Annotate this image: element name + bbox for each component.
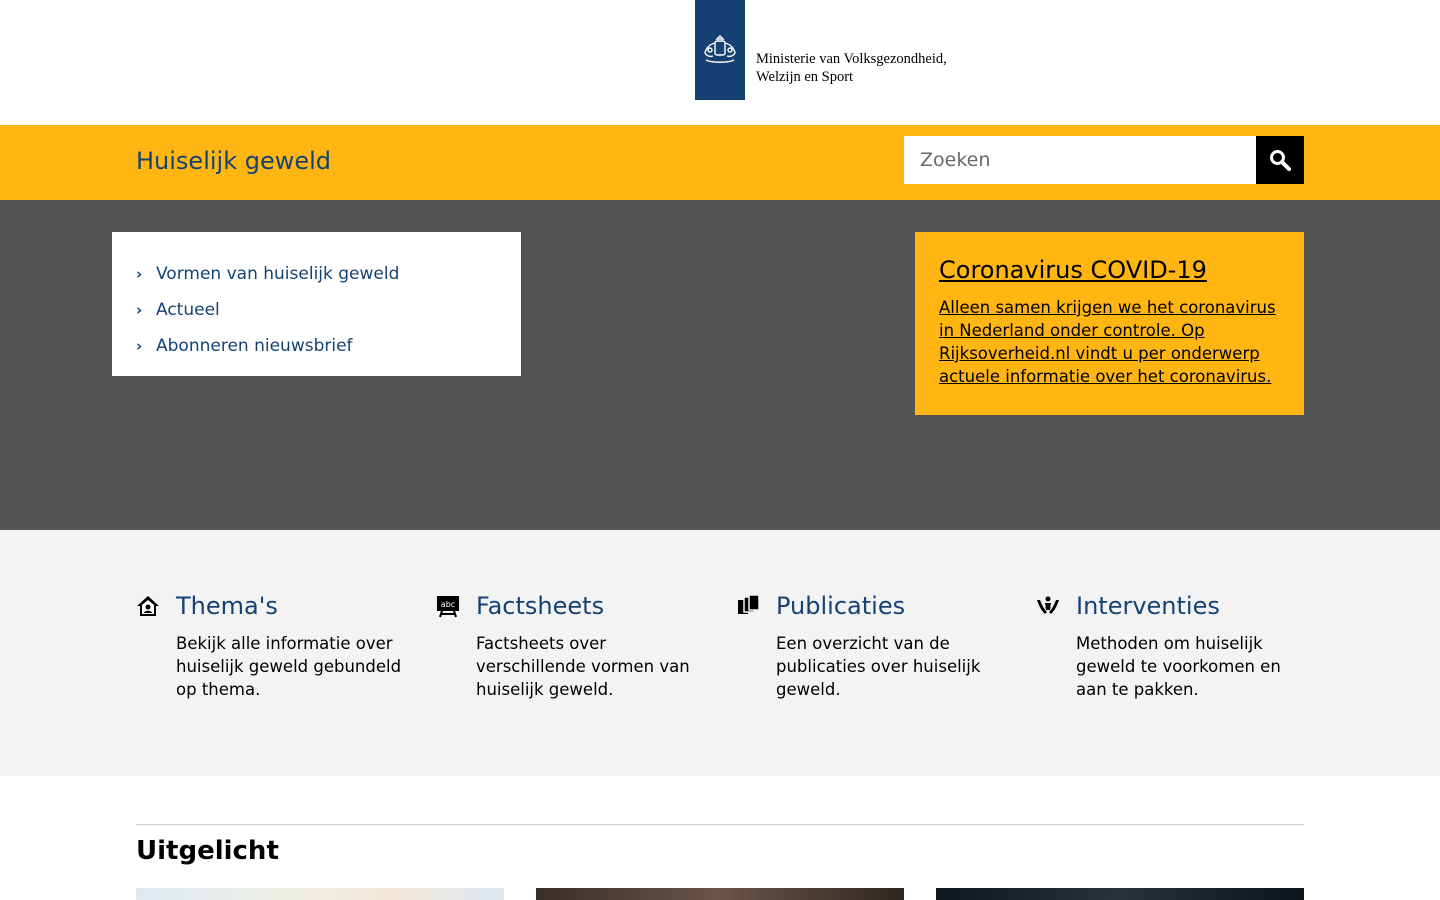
house-icon <box>137 596 159 616</box>
search-icon <box>1270 150 1291 171</box>
section-divider <box>136 824 1304 825</box>
search-button[interactable] <box>1256 136 1304 184</box>
nav-item-label: Vormen van huiselijk geweld <box>156 264 400 284</box>
nav-item-label: Actueel <box>156 300 220 320</box>
corona-text-link[interactable]: Alleen samen krijgen we het coronavirus … <box>939 296 1280 388</box>
tile-title[interactable]: Thema's <box>176 592 278 620</box>
chevron-right-icon: › <box>136 265 143 283</box>
featured-heading: Uitgelicht <box>136 836 279 866</box>
featured-card-image[interactable] <box>936 888 1304 900</box>
ministry-name-line2: Welzijn en Sport <box>756 68 854 85</box>
coat-of-arms-icon <box>695 0 745 100</box>
nav-item-label: Abonneren nieuwsbrief <box>156 336 353 356</box>
chevron-right-icon: › <box>136 301 143 319</box>
hands-icon <box>1037 596 1059 614</box>
tile-title[interactable]: Publicaties <box>776 592 905 620</box>
documents-icon <box>738 594 760 614</box>
nav-item-vormen[interactable]: › Vormen van huiselijk geweld <box>112 256 521 292</box>
site-header: Ministerie van Volksgezondheid, Welzijn … <box>0 0 1440 125</box>
tile-description: Factsheets over verschillende vormen van… <box>476 634 690 699</box>
quick-nav: › Vormen van huiselijk geweld › Actueel … <box>112 232 521 376</box>
ministry-name-line1: Ministerie van Volksgezondheid, <box>756 51 947 67</box>
hero-section: › Vormen van huiselijk geweld › Actueel … <box>0 200 1440 530</box>
featured-card-image-map[interactable] <box>136 888 504 900</box>
tile-title[interactable]: Interventies <box>1076 592 1220 620</box>
ministry-name: Ministerie van Volksgezondheid, Welzijn … <box>756 51 947 86</box>
corona-notice: Coronavirus COVID-19 Alleen samen krijge… <box>915 232 1304 415</box>
featured-card-image[interactable] <box>536 888 904 900</box>
nav-item-actueel[interactable]: › Actueel <box>112 292 521 328</box>
tile-description: Bekijk alle informatie over huiselijk ge… <box>176 634 402 699</box>
topic-tiles: Thema's Bekijk alle informatie over huis… <box>0 530 1440 776</box>
svg-text:abc: abc <box>441 600 455 609</box>
chalkboard-icon: abc <box>437 596 459 618</box>
tile-title[interactable]: Factsheets <box>476 592 604 620</box>
tile-description: Een overzicht van de publicaties over hu… <box>776 634 981 699</box>
chevron-right-icon: › <box>136 337 143 355</box>
corona-title-link[interactable]: Coronavirus COVID-19 <box>939 256 1280 284</box>
site-title[interactable]: Huiselijk geweld <box>136 147 331 175</box>
search-input[interactable] <box>904 136 1256 184</box>
nav-item-nieuwsbrief[interactable]: › Abonneren nieuwsbrief <box>112 328 521 364</box>
ministry-logo[interactable]: Ministerie van Volksgezondheid, Welzijn … <box>695 0 947 100</box>
tile-description: Methoden om huiselijk geweld te voorkome… <box>1076 634 1281 699</box>
